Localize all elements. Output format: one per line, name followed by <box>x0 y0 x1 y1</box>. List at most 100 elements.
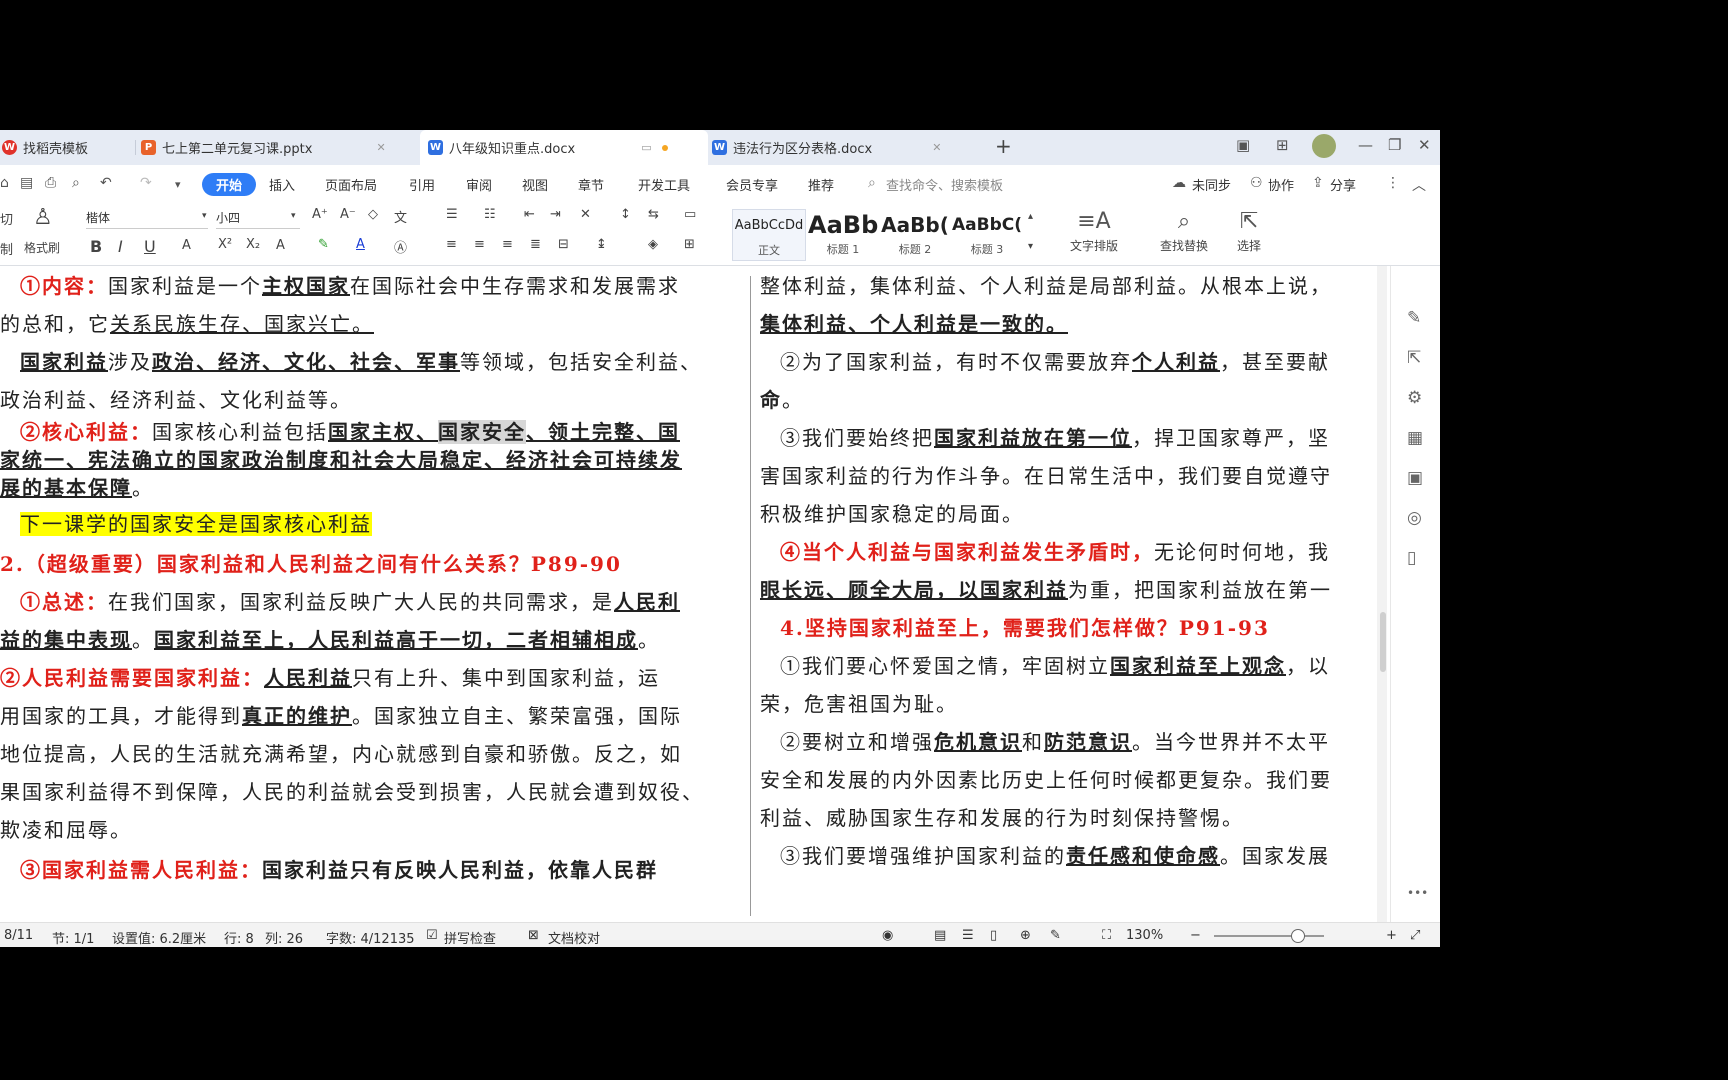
apps-grid-icon[interactable]: ⊞ <box>1276 136 1289 154</box>
style-normal[interactable]: AaBbCcDd 正文 <box>732 209 806 261</box>
menu-references[interactable]: 引用 <box>409 175 435 194</box>
quick-access-dropdown-icon[interactable]: ▾ <box>175 178 181 191</box>
line-spacing-icon[interactable]: ↨ <box>596 237 607 252</box>
zoom-slider[interactable] <box>1214 935 1324 937</box>
text-layout-button[interactable]: ≡A 文字排版 <box>1058 207 1130 254</box>
tab-docx-active[interactable]: W 八年级知识重点.docx ▭ <box>420 130 708 165</box>
text-effect-icon[interactable]: A <box>276 238 285 253</box>
layout-icon[interactable]: ▣ <box>1236 136 1250 154</box>
document-line[interactable]: ①我们要心怀爱国之情，牢固树立国家利益至上观念，以 <box>780 652 1330 680</box>
justify-icon[interactable]: ≣ <box>530 237 541 252</box>
underline-icon[interactable]: U <box>144 237 156 256</box>
document-line[interactable]: ①总述：在我们国家，国家利益反映广大人民的共同需求，是人民利 <box>20 588 680 616</box>
document-line[interactable]: 荣，危害祖国为耻。 <box>760 690 958 718</box>
adjust-icon[interactable]: ⚙ <box>1407 388 1422 408</box>
document-line[interactable]: 地位提高，人民的生活就充满希望，内心就感到自豪和骄傲。反之，如 <box>0 740 682 768</box>
page-indicator[interactable]: 8/11 <box>4 928 33 943</box>
menu-review[interactable]: 审阅 <box>466 175 492 194</box>
shading-icon[interactable]: ◈ <box>648 237 658 252</box>
numbered-list-icon[interactable]: ☷ <box>484 207 496 222</box>
document-line[interactable]: 益的集中表现。国家利益至上，人民利益高于一切，二者相辅相成。 <box>0 626 660 654</box>
bullet-list-icon[interactable]: ☰ <box>446 207 458 222</box>
home-icon[interactable]: ⌂ <box>0 175 9 191</box>
copy-button[interactable]: 制 <box>0 239 13 258</box>
word-count[interactable]: 字数: 4/12135 <box>326 928 415 947</box>
menu-page-layout[interactable]: 页面布局 <box>325 175 377 194</box>
subscript-icon[interactable]: X₂ <box>246 237 260 252</box>
document-line[interactable]: ②为了国家利益，有时不仅需要放弃个人利益，甚至要献 <box>780 348 1330 376</box>
document-line[interactable]: 利益、威胁国家生存和发展的行为时刻保持警惕。 <box>760 804 1244 832</box>
styles-more-icon[interactable]: ▾ <box>1028 241 1033 252</box>
redo-icon[interactable]: ↷ <box>140 175 152 191</box>
style-heading-2[interactable]: AaBb( 标题 2 <box>880 209 950 257</box>
chevron-down-icon[interactable]: ▾ <box>291 211 296 221</box>
format-painter-button[interactable]: 格式刷 <box>24 239 60 256</box>
document-line[interactable]: 害国家利益的行为作斗争。在日常生活中，我们要自觉遵守 <box>760 462 1332 490</box>
sync-status[interactable]: 未同步 <box>1192 175 1231 194</box>
command-search-input[interactable]: 查找命令、搜索模板 <box>886 175 1003 194</box>
document-line[interactable]: 集体利益、个人利益是一致的。 <box>760 310 1068 338</box>
fullscreen-icon[interactable]: ⤢ <box>1410 928 1420 943</box>
document-line[interactable]: ③国家利益需人民利益：国家利益只有反映人民利益，依靠人民群 <box>20 856 658 884</box>
find-replace-button[interactable]: ⌕ 查找替换 <box>1148 207 1220 254</box>
table-icon[interactable]: ▦ <box>1407 428 1423 448</box>
menu-developer[interactable]: 开发工具 <box>638 175 690 194</box>
char-border-icon[interactable]: Ⓐ <box>394 237 407 256</box>
new-tab-button[interactable]: + <box>995 134 1012 158</box>
distributed-icon[interactable]: ⊟ <box>558 237 569 252</box>
pen-icon[interactable]: ✎ <box>1407 308 1421 328</box>
save-icon[interactable]: ▤ <box>20 175 33 191</box>
tab-docer-templates[interactable]: W 找稻壳模板 <box>0 130 135 165</box>
tab-close-icon[interactable]: ✕ <box>932 141 941 154</box>
tab-close-icon[interactable]: ✕ <box>376 141 385 154</box>
zoom-in-icon[interactable]: + <box>1386 928 1397 943</box>
menu-member[interactable]: 会员专享 <box>726 175 778 194</box>
chinese-layout-icon[interactable]: ✕ <box>580 207 591 222</box>
book-icon[interactable]: ▯ <box>1407 548 1416 568</box>
document-line[interactable]: 国家利益涉及政治、经济、文化、社会、军事等领域，包括安全利益、 <box>20 348 702 376</box>
fit-icon[interactable]: ⛶ <box>1102 928 1111 943</box>
document-line[interactable]: 果国家利益得不到保障，人民的利益就会受到损害，人民就会遭到奴役、 <box>0 778 704 806</box>
preview-icon[interactable]: ⌕ <box>72 175 80 191</box>
increase-indent-icon[interactable]: ⇥ <box>550 207 561 222</box>
minimize-icon[interactable]: — <box>1358 136 1373 154</box>
restore-icon[interactable]: ❐ <box>1388 136 1401 154</box>
document-line[interactable]: 2.（超级重要）国家利益和人民利益之间有什么关系？P89-90 <box>0 550 622 578</box>
document-line[interactable]: ③我们要增强维护国家利益的责任感和使命感。国家发展 <box>780 842 1330 870</box>
proofread-button[interactable]: 文档校对 <box>548 928 600 947</box>
eye-protect-icon[interactable]: ◉ <box>882 928 893 943</box>
bold-icon[interactable]: B <box>90 237 102 256</box>
document-line[interactable]: 用国家的工具，才能得到真正的维护。国家独立自主、繁荣富强，国际 <box>0 702 682 730</box>
undo-icon[interactable]: ↶ <box>100 175 112 191</box>
select-button[interactable]: ⇱ 选择 <box>1226 207 1272 254</box>
font-name-select[interactable]: 楷体 <box>86 208 208 229</box>
menu-recommend[interactable]: 推荐 <box>808 175 834 194</box>
share-button[interactable]: 分享 <box>1330 175 1356 194</box>
document-line[interactable]: 积极维护国家稳定的局面。 <box>760 500 1024 528</box>
document-line[interactable]: ②要树立和增强危机意识和防范意识。当今世界并不太平 <box>780 728 1330 756</box>
document-line[interactable]: 的总和，它关系民族生存、国家兴亡。 <box>0 310 374 338</box>
strikethrough-icon[interactable]: A <box>182 238 191 253</box>
menu-start[interactable]: 开始 <box>202 173 257 196</box>
print-icon[interactable]: ⎙ <box>45 175 56 191</box>
font-color-icon[interactable]: A <box>356 237 365 252</box>
cursor-icon[interactable]: ⇱ <box>1407 348 1421 368</box>
align-right-icon[interactable]: ≡ <box>502 237 513 252</box>
document-column-left[interactable]: ①内容：国家利益是一个主权国家在国际社会中生存需求和发展需求的总和，它关系民族生… <box>0 266 740 922</box>
zoom-out-icon[interactable]: − <box>1190 928 1201 943</box>
reading-view-icon[interactable]: ▯ <box>990 928 997 943</box>
collab-button[interactable]: 协作 <box>1268 175 1294 194</box>
tab-docx-table[interactable]: W 违法行为区分表格.docx ✕ <box>712 130 987 165</box>
grow-font-icon[interactable]: A⁺ <box>312 207 328 222</box>
document-line[interactable]: ②核心利益：国家核心利益包括国家主权、国家安全、领土完整、国 <box>20 418 680 446</box>
superscript-icon[interactable]: X² <box>218 237 232 252</box>
document-line[interactable]: ①内容：国家利益是一个主权国家在国际社会中生存需求和发展需求 <box>20 272 680 300</box>
sort-icon[interactable]: ↕ <box>620 207 631 222</box>
style-heading-1[interactable]: AaBb 标题 1 <box>808 209 878 257</box>
page-view-icon[interactable]: ▤ <box>934 928 946 943</box>
style-heading-3[interactable]: AaBbC( 标题 3 <box>952 209 1022 257</box>
italic-icon[interactable]: I <box>118 237 123 256</box>
scrollbar-thumb[interactable] <box>1380 612 1386 672</box>
decrease-indent-icon[interactable]: ⇤ <box>524 207 535 222</box>
document-line[interactable]: 政治利益、经济利益、文化利益等。 <box>0 386 352 414</box>
